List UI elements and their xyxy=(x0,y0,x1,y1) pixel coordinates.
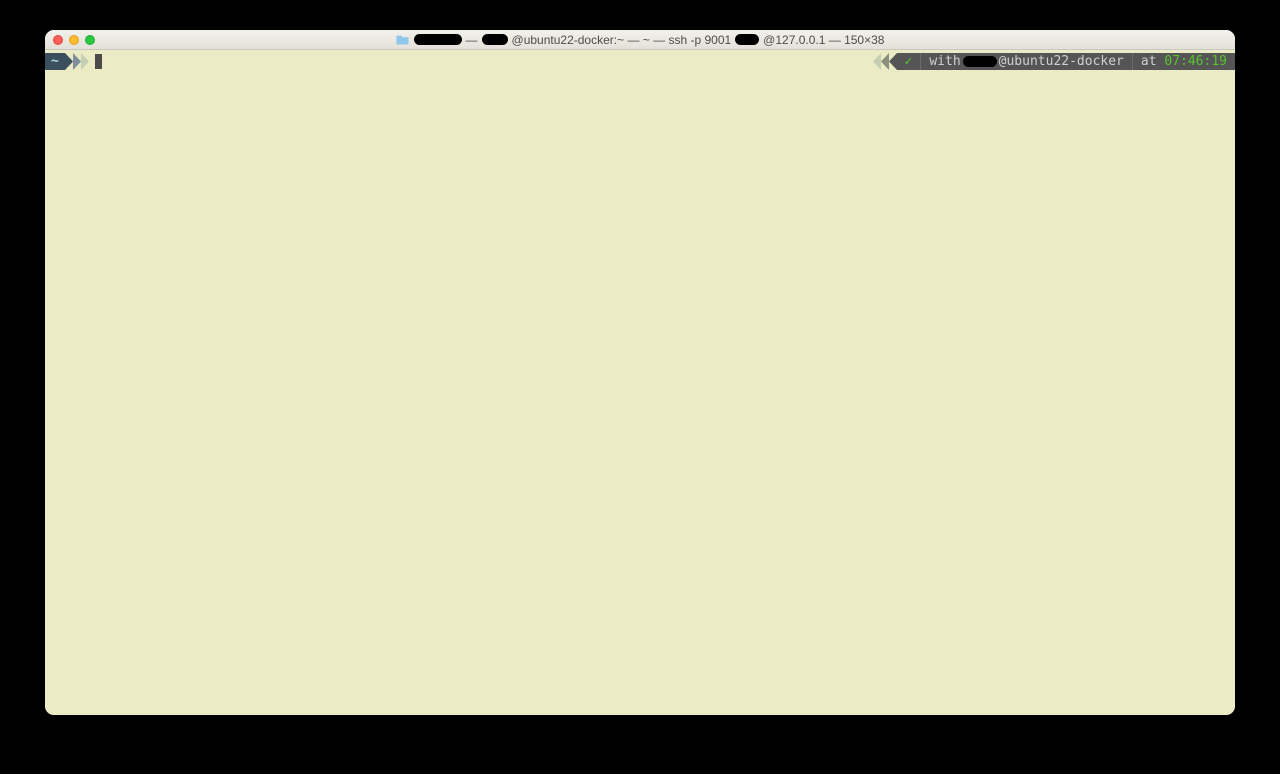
status-ok-segment: ✓ xyxy=(897,53,921,70)
prompt-right-arrow-icon xyxy=(873,53,897,70)
title-separator-1: — xyxy=(466,33,478,47)
titlebar: — @ubuntu22-docker:~ — ~ — ssh -p 9001 @… xyxy=(45,30,1235,50)
terminal-body[interactable]: ~ ✓ xyxy=(45,50,1235,715)
at-label: at xyxy=(1141,53,1157,70)
cursor xyxy=(95,54,102,69)
host-label: @ubuntu22-docker xyxy=(999,53,1124,70)
redacted-username xyxy=(963,56,997,67)
prompt-right: ✓ with @ubuntu22-docker at 07:46:19 xyxy=(873,53,1235,70)
redacted-remote-user-a xyxy=(482,34,508,45)
close-button[interactable] xyxy=(53,35,63,45)
redacted-local-user xyxy=(414,34,462,45)
minimize-button[interactable] xyxy=(69,35,79,45)
redacted-remote-user-b xyxy=(735,34,759,45)
terminal-window: — @ubuntu22-docker:~ — ~ — ssh -p 9001 @… xyxy=(45,30,1235,715)
prompt-path: ~ xyxy=(51,53,59,70)
time-segment: at 07:46:19 xyxy=(1133,53,1235,70)
check-icon: ✓ xyxy=(905,53,913,70)
prompt-line: ~ ✓ xyxy=(45,53,1235,70)
with-label: with xyxy=(929,53,960,70)
window-title: — @ubuntu22-docker:~ — ~ — ssh -p 9001 @… xyxy=(45,33,1235,47)
prompt-left: ~ xyxy=(45,53,102,70)
title-text-1: @ubuntu22-docker:~ — ~ — ssh -p 9001 xyxy=(512,33,732,47)
user-host-segment: with @ubuntu22-docker xyxy=(921,53,1132,70)
title-text-2: @127.0.0.1 — 150×38 xyxy=(763,33,884,47)
folder-icon xyxy=(396,34,410,45)
prompt-left-arrow-icon xyxy=(65,53,89,70)
prompt-path-segment: ~ xyxy=(45,53,65,70)
zoom-button[interactable] xyxy=(85,35,95,45)
window-controls xyxy=(53,35,95,45)
time-value: 07:46:19 xyxy=(1164,53,1227,70)
